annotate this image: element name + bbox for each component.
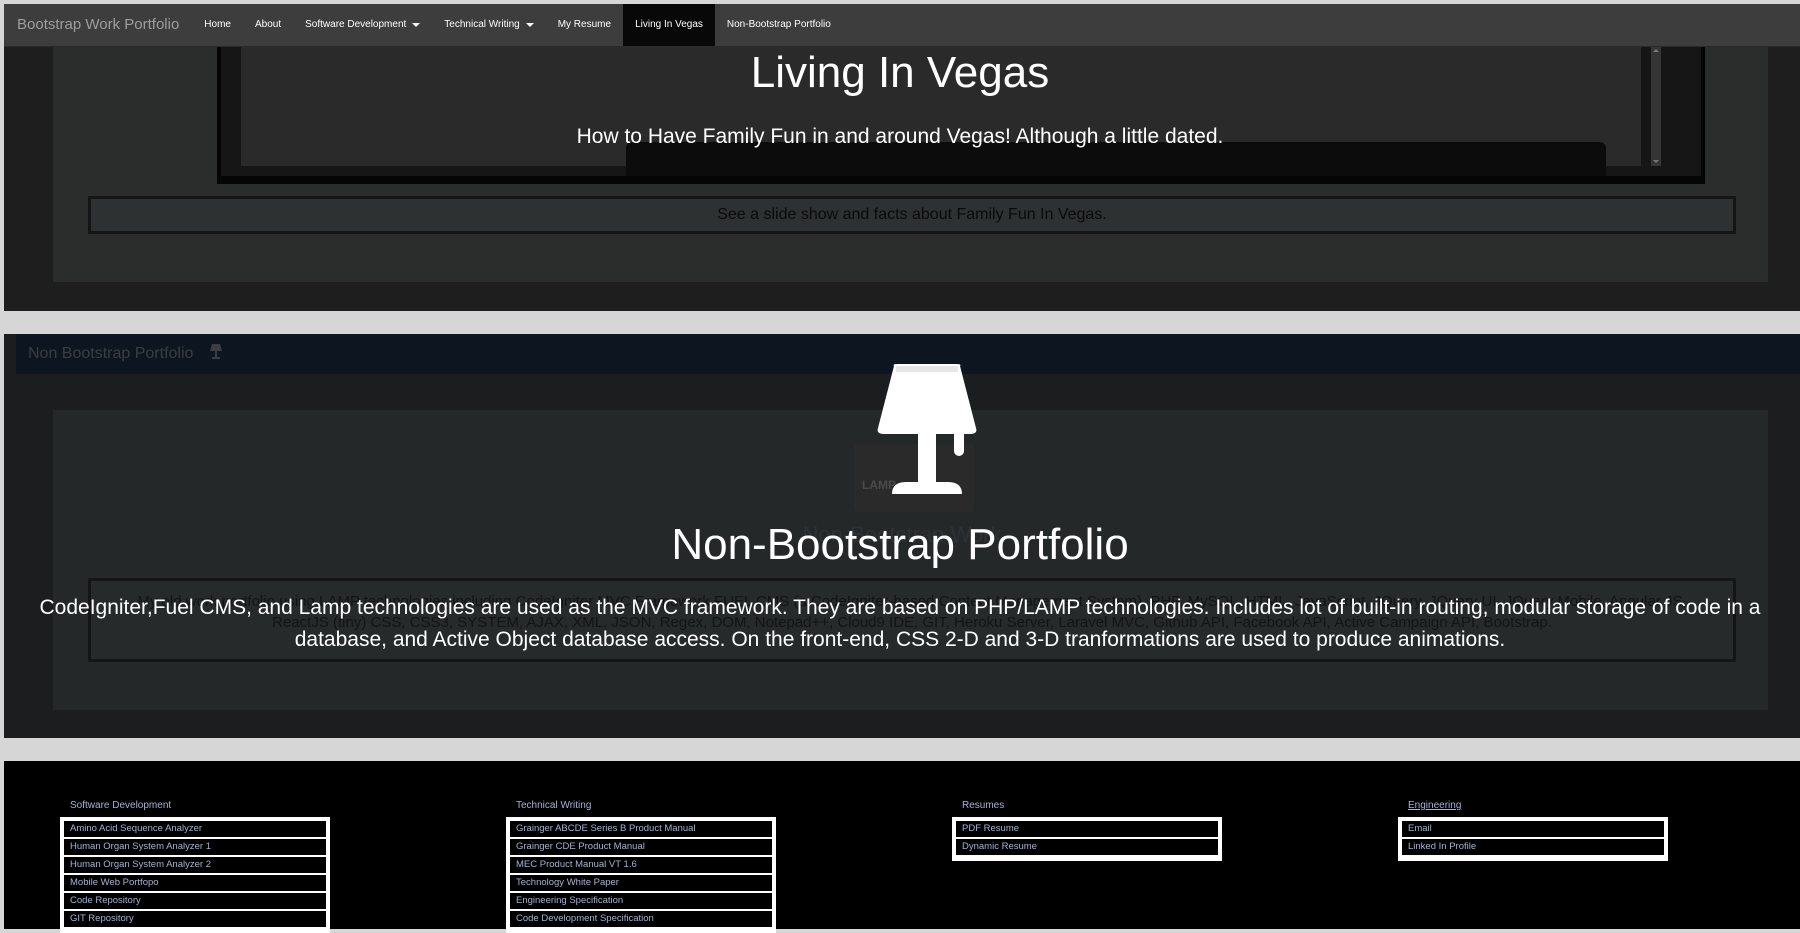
footer-engineering-title[interactable]: Engineering [1398, 794, 1668, 817]
footer-link[interactable]: Amino Acid Sequence Analyzer [64, 821, 326, 837]
footer-link[interactable]: Code Repository [64, 893, 326, 909]
footer-link[interactable]: Engineering Specification [510, 893, 772, 909]
navbar: Bootstrap Work Portfolio Home About Soft… [4, 4, 1800, 47]
footer-link[interactable]: Technology White Paper [510, 875, 772, 891]
footer-link[interactable]: GIT Repository [64, 911, 326, 927]
nav-living-in-vegas-label: Living In Vegas [635, 19, 703, 30]
nav-software-development-label: Software Development [305, 19, 407, 30]
footer-link[interactable]: Grainger CDE Product Manual [510, 839, 772, 855]
nav-non-bootstrap-portfolio[interactable]: Non-Bootstrap Portfolio [715, 4, 843, 46]
footer-link[interactable]: MEC Product Manual VT 1.6 [510, 857, 772, 873]
footer-resumes-column: Resumes PDF Resume Dynamic Resume [952, 794, 1222, 861]
lamp-icon [872, 364, 982, 504]
nav-about-label: About [254, 19, 282, 30]
footer-writing-column: Technical Writing Grainger ABCDE Series … [506, 794, 776, 933]
lamp-icon [209, 343, 223, 366]
footer-link[interactable]: Human Organ System Analyzer 1 [64, 839, 326, 855]
vegas-caption: See a slide show and facts about Family … [717, 206, 1107, 223]
nav-about[interactable]: About [243, 4, 293, 46]
footer-link[interactable]: Email [1402, 821, 1664, 837]
nonbootstrap-subtitle: CodeIgniter,Fuel CMS, and Lamp technolog… [39, 596, 1761, 651]
nav-technical-writing-dropdown[interactable]: Technical Writing [432, 4, 545, 46]
vegas-title: Living In Vegas [750, 48, 1050, 97]
footer: Software Development Amino Acid Sequence… [4, 761, 1800, 933]
caret-down-icon [525, 23, 534, 27]
footer-link[interactable]: Linked In Profile [1402, 839, 1664, 855]
footer-resumes-title: Resumes [962, 800, 1005, 811]
vegas-subtitle: How to Have Family Fun in and around Veg… [576, 125, 1224, 148]
footer-link[interactable]: Human Organ System Analyzer 2 [64, 857, 326, 873]
footer-link[interactable]: Mobile Web Portfopo [64, 875, 326, 891]
footer-link[interactable]: Code Development Specification [510, 911, 772, 927]
footer-engineering-column: Engineering Email Linked In Profile [1398, 794, 1668, 861]
footer-software-title: Software Development [70, 800, 172, 811]
nonbootstrap-header-title: Non Bootstrap Portfolio [28, 345, 194, 362]
nav-living-in-vegas[interactable]: Living In Vegas [623, 4, 715, 46]
navbar-brand[interactable]: Bootstrap Work Portfolio [4, 4, 192, 46]
footer-software-list: Amino Acid Sequence Analyzer Human Organ… [60, 817, 330, 933]
nav-technical-writing-label: Technical Writing [444, 19, 520, 30]
footer-link[interactable]: Grainger ABCDE Series B Product Manual [510, 821, 772, 837]
nav-my-resume-label: My Resume [557, 19, 612, 30]
vegas-caption-box[interactable]: See a slide show and facts about Family … [88, 196, 1736, 234]
footer-writing-list: Grainger ABCDE Series B Product Manual G… [506, 817, 776, 933]
nav-home-label: Home [204, 19, 231, 30]
footer-software-column: Software Development Amino Acid Sequence… [60, 794, 330, 933]
nav-software-development-dropdown[interactable]: Software Development [293, 4, 432, 46]
footer-writing-title: Technical Writing [516, 800, 592, 811]
nav-home[interactable]: Home [192, 4, 243, 46]
caret-down-icon [412, 23, 421, 27]
footer-resumes-list: PDF Resume Dynamic Resume [952, 817, 1222, 861]
nav-non-bootstrap-portfolio-label: Non-Bootstrap Portfolio [726, 19, 831, 30]
nav-my-resume[interactable]: My Resume [546, 4, 623, 46]
footer-link[interactable]: PDF Resume [956, 821, 1218, 837]
nonbootstrap-title: Non-Bootstrap Portfolio [671, 520, 1129, 569]
scroll-down-icon[interactable] [1653, 160, 1659, 163]
footer-link[interactable]: Dynamic Resume [956, 839, 1218, 855]
footer-engineering-list: Email Linked In Profile [1398, 817, 1668, 861]
